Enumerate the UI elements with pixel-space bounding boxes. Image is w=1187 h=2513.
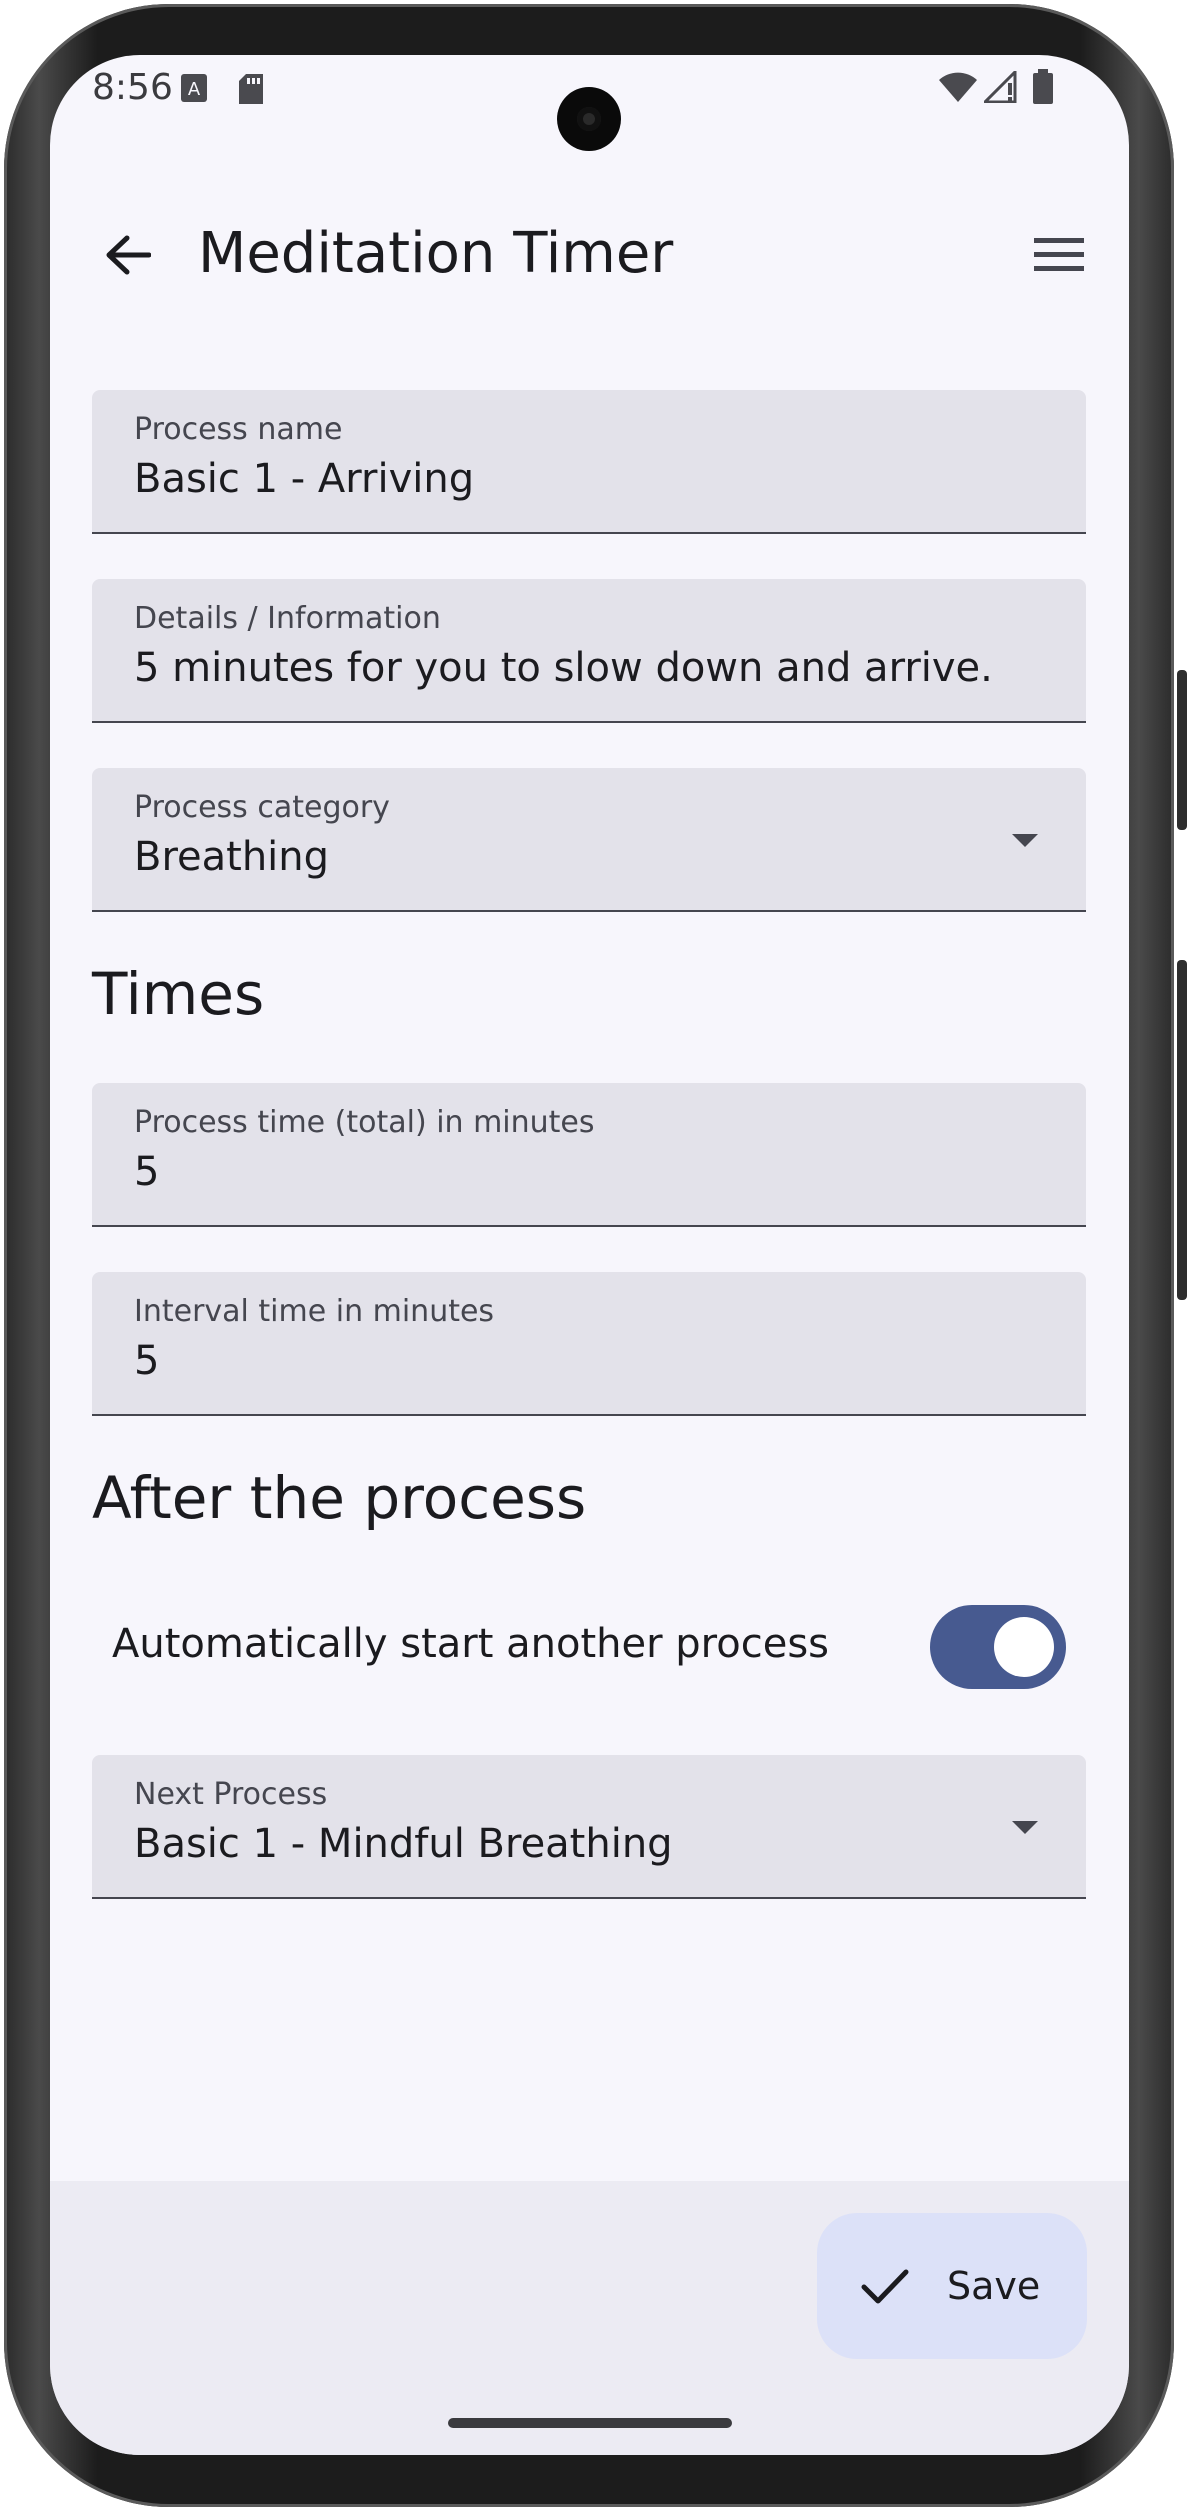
volume-button [1177, 960, 1187, 1300]
status-time: 8:56 [92, 67, 173, 108]
wifi-icon [939, 72, 977, 102]
menu-button[interactable] [1019, 215, 1099, 295]
back-button[interactable] [88, 215, 168, 295]
interval-time-value: 5 [134, 1338, 160, 1384]
next-process-value: Basic 1 - Mindful Breathing [134, 1821, 673, 1867]
process-name-field[interactable]: Process name Basic 1 - Arriving [92, 390, 1086, 534]
auto-start-row[interactable]: Automatically start another process [92, 1585, 1086, 1705]
check-icon [861, 2269, 909, 2304]
save-button[interactable]: Save [817, 2213, 1087, 2359]
auto-start-label: Automatically start another process [112, 1621, 829, 1667]
save-label: Save [947, 2264, 1041, 2308]
next-process-dropdown[interactable]: Next Process Basic 1 - Mindful Breathing [92, 1755, 1086, 1899]
screen: 8:56 A Meditation Timer Process name Bas… [50, 55, 1129, 2455]
bottom-app-bar: Save [50, 2181, 1129, 2455]
sd-card-icon [239, 74, 263, 104]
auto-start-toggle[interactable] [930, 1605, 1066, 1689]
process-time-value: 5 [134, 1149, 160, 1195]
after-process-heading: After the process [92, 1464, 587, 1532]
process-name-label: Process name [134, 412, 343, 447]
arrow-back-icon [106, 235, 151, 275]
app-bar: Meditation Timer [50, 185, 1129, 325]
phone-device: 8:56 A Meditation Timer Process name Bas… [0, 0, 1187, 2513]
process-category-value: Breathing [134, 834, 330, 880]
details-label: Details / Information [134, 601, 441, 636]
svg-text:A: A [188, 79, 201, 100]
front-camera [557, 87, 621, 151]
interval-time-field[interactable]: Interval time in minutes 5 [92, 1272, 1086, 1416]
font-notification-icon: A [181, 74, 207, 102]
battery-icon [1033, 69, 1053, 104]
next-process-label: Next Process [134, 1777, 328, 1812]
process-time-label: Process time (total) in minutes [134, 1105, 595, 1140]
interval-time-label: Interval time in minutes [134, 1294, 495, 1329]
dropdown-arrow-icon [1012, 834, 1038, 847]
power-button [1177, 670, 1187, 830]
home-indicator[interactable] [448, 2418, 732, 2428]
signal-icon [984, 71, 1017, 103]
process-time-field[interactable]: Process time (total) in minutes 5 [92, 1083, 1086, 1227]
times-heading: Times [92, 960, 265, 1028]
toggle-thumb [994, 1617, 1054, 1677]
details-field[interactable]: Details / Information 5 minutes for you … [92, 579, 1086, 723]
process-category-label: Process category [134, 790, 390, 825]
details-value: 5 minutes for you to slow down and arriv… [134, 645, 993, 691]
page-title: Meditation Timer [198, 221, 674, 286]
process-category-dropdown[interactable]: Process category Breathing [92, 768, 1086, 912]
dropdown-arrow-icon [1012, 1821, 1038, 1834]
hamburger-menu-icon [1034, 238, 1084, 271]
process-name-value: Basic 1 - Arriving [134, 456, 475, 502]
